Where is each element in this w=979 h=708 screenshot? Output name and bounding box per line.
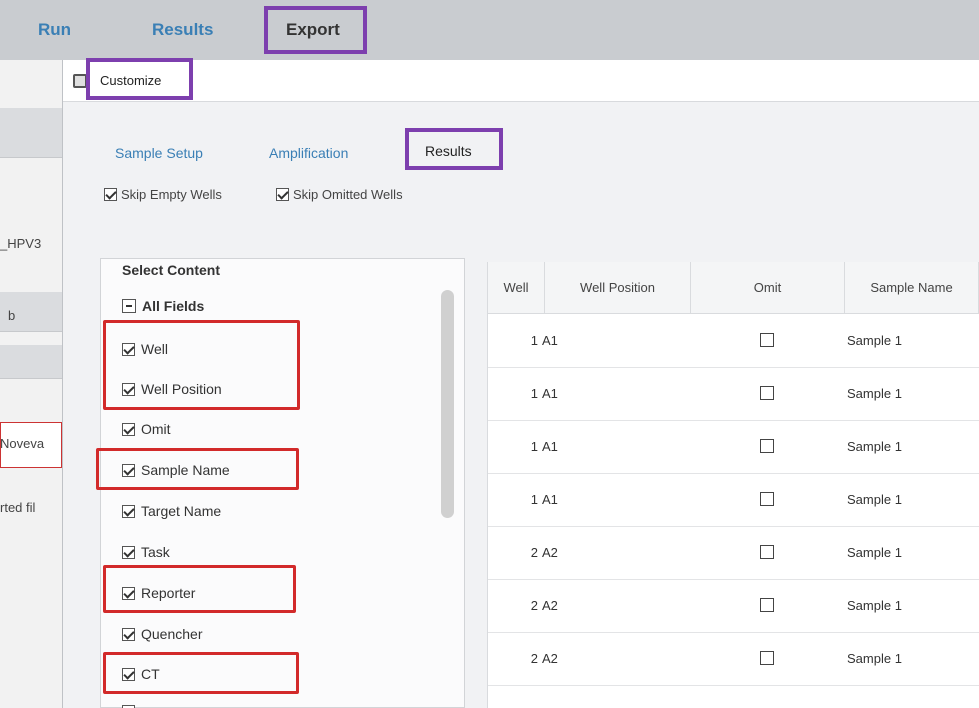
cell-sample-name: Sample 1 [847,545,902,560]
omit-checkbox-cell[interactable] [760,651,774,668]
field-partial [122,702,135,708]
omit-checkbox-cell[interactable] [760,333,774,350]
top-nav-bar: Run Results Export [0,0,979,60]
export-highlight [264,6,367,54]
column-header-sample-name[interactable]: Sample Name [845,262,979,314]
skip-omitted-label: Skip Omitted Wells [293,187,403,203]
cell-well: 2 [530,651,538,666]
omit-checkbox-cell[interactable] [760,545,774,562]
table-row[interactable]: 2 A2 Sample 1 [488,580,979,633]
results-tab-highlight [405,128,503,170]
customize-highlight [86,58,193,100]
window-icon [73,74,87,88]
cell-well: 1 [530,439,538,454]
skip-empty-label: Skip Empty Wells [121,187,222,203]
field-label: Task [141,544,170,561]
cell-position: A2 [542,651,558,666]
field-all-fields[interactable]: All Fields [122,297,204,314]
table-row[interactable]: 1 A1 Sample 1 [488,421,979,474]
table-row[interactable]: 1 A1 Sample 1 [488,474,979,527]
all-fields-label: All Fields [142,298,205,315]
nav-results[interactable]: Results [152,20,213,40]
cell-sample-name: Sample 1 [847,651,902,666]
field-label: Omit [141,421,171,438]
task-checkbox[interactable] [122,545,135,559]
cell-well: 1 [530,492,538,507]
skip-empty-checkbox[interactable] [104,188,117,202]
cell-sample-name: Sample 1 [847,386,902,401]
field-task[interactable]: Task [122,543,170,560]
cell-position: A2 [542,545,558,560]
target-name-checkbox[interactable] [122,504,135,518]
table-row[interactable]: 2 A2 Sample 1 [488,527,979,580]
reporter-highlight [103,565,296,613]
sample-name-highlight [96,448,299,490]
field-target-name[interactable]: Target Name [122,502,221,519]
content-scrollbar[interactable] [441,290,454,518]
background-text: rted fil [0,500,36,515]
field-label: Quencher [141,626,203,643]
background-text: b [8,308,16,323]
cell-sample-name: Sample 1 [847,492,902,507]
background-window: _HPV3 b Noveva rted fil [0,60,62,708]
table-row[interactable]: 2 A2 Sample 1 [488,633,979,686]
field-omit[interactable]: Omit [122,420,171,437]
cell-position: A1 [542,333,558,348]
cell-position: A1 [542,492,558,507]
select-content-title: Select Content [122,262,221,278]
column-header-well[interactable]: Well [488,262,545,314]
omit-checkbox-cell[interactable] [760,386,774,403]
cell-position: A2 [542,598,558,613]
skip-empty-wells-option[interactable]: Skip Empty Wells [104,186,222,202]
cell-well: 1 [530,386,538,401]
dialog-titlebar: Customize [63,60,979,102]
background-band [0,108,62,158]
tab-amplification[interactable]: Amplification [269,145,348,161]
cell-sample-name: Sample 1 [847,598,902,613]
omit-checkbox-cell[interactable] [760,598,774,615]
ct-highlight [103,652,299,694]
quencher-checkbox[interactable] [122,627,135,641]
column-header-omit[interactable]: Omit [691,262,845,314]
all-fields-toggle[interactable] [122,299,136,314]
well-fields-highlight [103,320,300,410]
field-quencher[interactable]: Quencher [122,625,202,642]
omit-checkbox-cell[interactable] [760,439,774,456]
cell-well: 2 [530,598,538,613]
cell-well: 2 [530,545,538,560]
background-band [0,345,62,379]
cell-well: 1 [530,333,538,348]
table-row[interactable]: 1 A1 Sample 1 [488,368,979,421]
background-text: Noveva [0,436,45,451]
cell-position: A1 [542,439,558,454]
background-text: _HPV3 [0,236,42,251]
skip-omitted-checkbox[interactable] [276,188,289,202]
omit-checkbox-cell[interactable] [760,492,774,509]
table-row[interactable]: 1 A1 Sample 1 [488,315,979,368]
nav-run[interactable]: Run [38,20,71,40]
tab-sample-setup[interactable]: Sample Setup [115,145,203,161]
omit-checkbox[interactable] [122,422,135,436]
cell-position: A1 [542,386,558,401]
field-label: Target Name [141,503,222,520]
column-header-well-position[interactable]: Well Position [545,262,691,314]
app-root: Run Results Export _HPV3 b Noveva rted f… [0,0,979,708]
cell-sample-name: Sample 1 [847,439,902,454]
cell-sample-name: Sample 1 [847,333,902,348]
skip-omitted-wells-option[interactable]: Skip Omitted Wells [276,186,403,202]
